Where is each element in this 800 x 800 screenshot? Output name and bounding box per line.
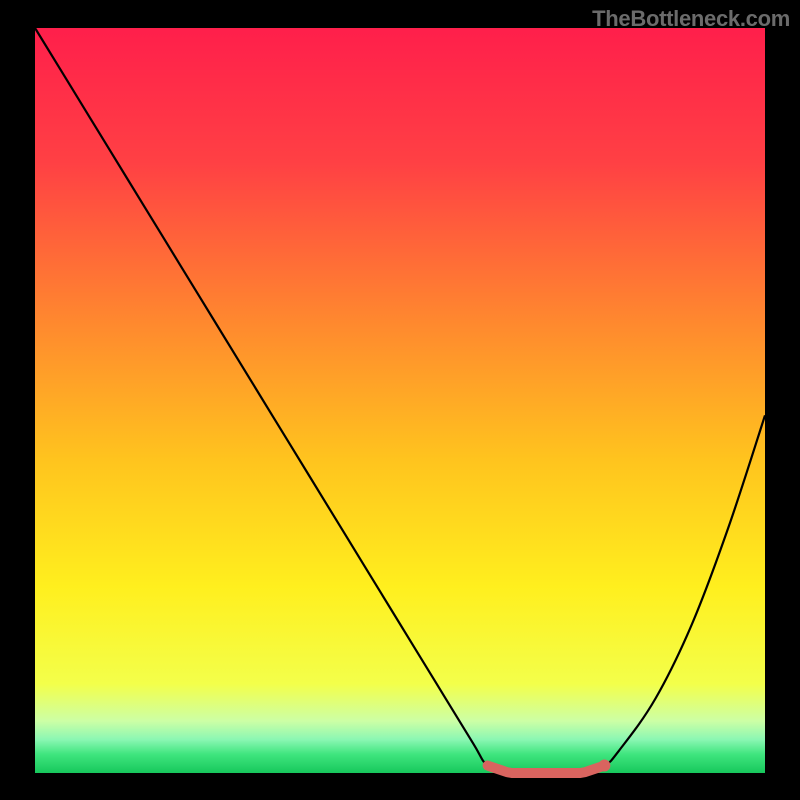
- bottleneck-chart: [0, 0, 800, 800]
- marker-dot: [598, 760, 610, 772]
- chart-frame: TheBottleneck.com: [0, 0, 800, 800]
- attribution-label: TheBottleneck.com: [592, 6, 790, 32]
- plot-background: [35, 28, 765, 773]
